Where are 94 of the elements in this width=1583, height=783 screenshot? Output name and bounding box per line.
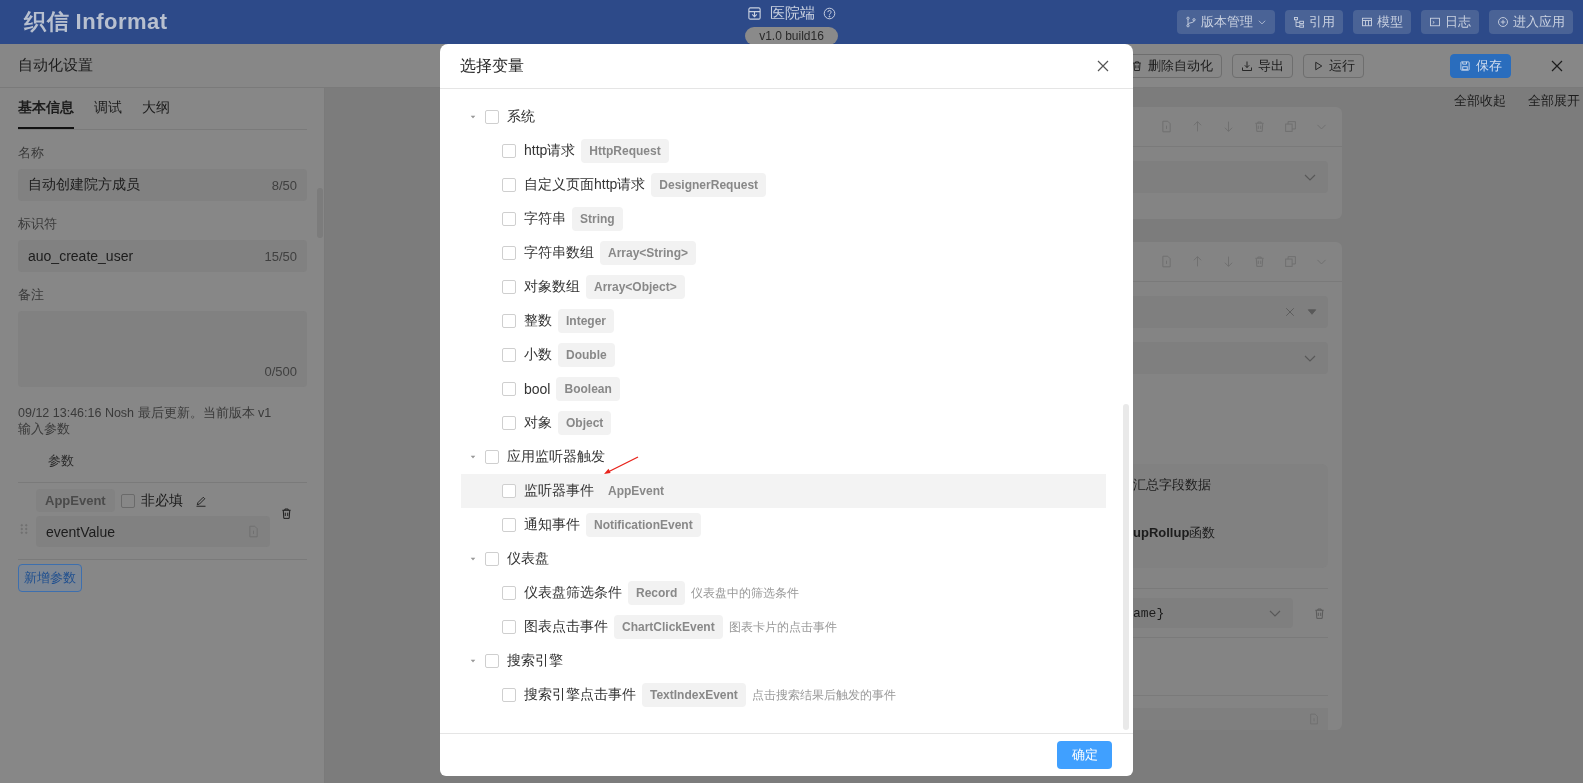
input-field[interactable]: 自动创建院方成员 8/50 [18,169,307,201]
branch-icon [1185,16,1197,28]
input-field[interactable] [1133,708,1328,730]
header-button[interactable]: 进入应用 [1489,10,1573,34]
checkbox[interactable] [120,493,135,508]
type-tag: String [572,207,623,231]
expand-all-link[interactable]: 全部展开 [1528,92,1580,110]
update-info: 09/12 13:46:16 Nosh 最后更新。当前版本 v1 [18,405,273,421]
type-tag: Record [628,581,686,605]
tree-item[interactable]: 整数 Integer [461,304,1106,338]
header-button[interactable]: 版本管理 [1177,10,1275,34]
field-label: 标识符 [18,215,58,233]
help-icon[interactable] [823,7,836,20]
panel-tab[interactable]: 基本信息 [18,96,74,129]
tree-item[interactable]: 小数 Double [461,338,1106,372]
type-tag: DesignerRequest [651,173,767,197]
clear-icon[interactable] [1284,306,1296,318]
save-icon [1459,59,1471,72]
type-tag: Object [558,411,612,435]
info-text: 汇总字段数据 [1133,476,1212,494]
tree-item[interactable]: http请求 HttpRequest [461,134,1106,168]
info-text: upRollup函数 [1133,524,1217,542]
textarea-field[interactable]: 0/500 [18,311,307,387]
tree-item[interactable]: 搜索引擎 [461,644,1106,678]
trash-icon[interactable] [280,506,293,520]
type-tag: HttpRequest [581,139,669,163]
expand-caret-icon[interactable] [469,658,477,664]
tree-item[interactable]: 对象数组 Array<Object> [461,270,1106,304]
field-label: 备注 [18,286,45,304]
tree-item[interactable]: 图表点击事件 ChartClickEvent 图表卡片的点击事件 [461,610,1106,644]
description-text: 仪表盘中的筛选条件 [691,584,800,602]
input-field[interactable]: auo_create_user 15/50 [18,240,307,272]
tree-item[interactable]: 自定义页面http请求 DesignerRequest [461,168,1106,202]
type-tag: Boolean [556,377,620,401]
trash-icon [1131,59,1143,72]
drawer-title: 自动化设置 [18,56,93,75]
edit-icon[interactable] [194,494,207,507]
description-text: 图表卡片的点击事件 [728,618,837,636]
expand-caret-icon[interactable] [469,556,477,562]
tree-item[interactable]: 通知事件 NotificationEvent [461,508,1106,542]
plus-circle-icon [1497,16,1509,28]
type-tag: AppEvent [36,489,115,512]
save-button[interactable]: 保存 [1450,53,1511,78]
version-badge: v1.0 build16 [745,27,838,45]
collapse-all-link[interactable]: 全部收起 [1454,92,1506,110]
download-icon [1241,59,1253,72]
play-icon [1312,59,1324,72]
table-icon [1361,16,1373,28]
type-tag: Array<String> [600,241,697,265]
tree-item[interactable]: 应用监听器触发 [461,440,1106,474]
input-field[interactable]: eventValue [36,516,270,547]
field-label: 名称 [18,144,45,162]
header-button[interactable]: 引用 [1285,10,1343,34]
tree-item[interactable]: 字符串 String [461,202,1106,236]
dialog-title: 选择变量 [460,55,524,76]
tree-item[interactable]: 字符串数组 Array<String> [461,236,1106,270]
type-tag: Integer [558,309,614,333]
tree-item[interactable]: bool Boolean [461,372,1106,406]
panel-tab[interactable]: 大纲 [142,96,170,129]
tree-icon [1293,16,1305,28]
app-logo: 织信 Informat [24,8,168,36]
tree-item[interactable]: 搜索引擎点击事件 TextIndexEvent 点击搜索结果后触发的事件 [461,678,1106,712]
description-text: 点击搜索结果后触发的事件 [751,686,896,704]
section-title: 输入参数 [18,421,71,436]
tree-item[interactable]: 系统 [461,100,1106,134]
expression-field[interactable]: ame} [1133,598,1293,628]
tree-item[interactable]: 监听器事件 AppEvent [461,474,1106,508]
type-tag: Array<Object> [586,275,685,299]
caret-icon [1306,306,1318,318]
expand-caret-icon[interactable] [469,454,477,460]
close-icon[interactable] [1095,58,1111,74]
expand-caret-icon[interactable] [469,114,477,120]
type-tag: ChartClickEvent [614,615,723,639]
column-header: 参数 [18,436,307,483]
type-tag: AppEvent [600,479,672,503]
tree-item[interactable]: 对象 Object [461,406,1106,440]
type-tag: TextIndexEvent [642,683,746,707]
app-title: 医院端 [770,4,815,23]
toolbar-button[interactable]: 导出 [1232,53,1293,78]
tree-item[interactable]: 仪表盘筛选条件 Record 仪表盘中的筛选条件 [461,576,1106,610]
app-icon [747,6,762,21]
header-button[interactable]: 日志 [1421,10,1479,34]
toolbar-button[interactable]: 运行 [1303,53,1364,78]
panel-tab[interactable]: 调试 [94,96,122,129]
tree-item[interactable]: 仪表盘 [461,542,1106,576]
checkbox-label: 非必填 [140,491,183,510]
confirm-button[interactable]: 确定 [1057,741,1112,769]
terminal-icon [1429,16,1441,28]
type-tag: NotificationEvent [586,513,701,537]
header-button[interactable]: 模型 [1353,10,1411,34]
type-tag: Double [558,343,615,367]
select-field[interactable] [1133,296,1328,328]
select-field[interactable] [1133,342,1328,374]
select-field[interactable] [1133,161,1328,193]
